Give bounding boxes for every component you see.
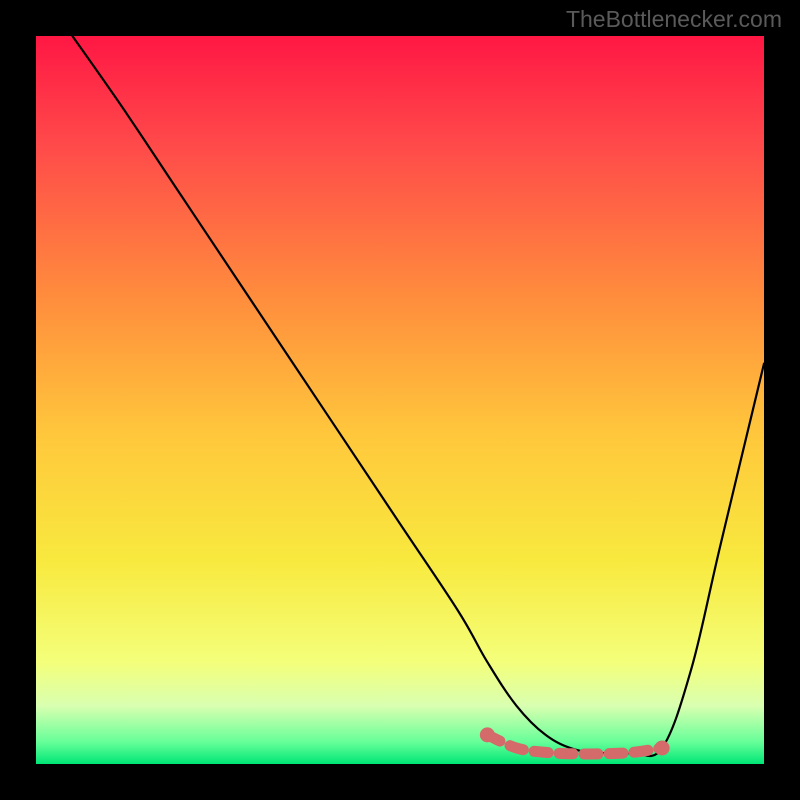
highlight-endpoint [480, 727, 495, 742]
plot-area [36, 36, 764, 764]
watermark-text: TheBottlenecker.com [566, 6, 782, 33]
chart-container: TheBottlenecker.com [0, 0, 800, 800]
chart-svg [36, 36, 764, 764]
highlight-endpoint [655, 740, 670, 755]
